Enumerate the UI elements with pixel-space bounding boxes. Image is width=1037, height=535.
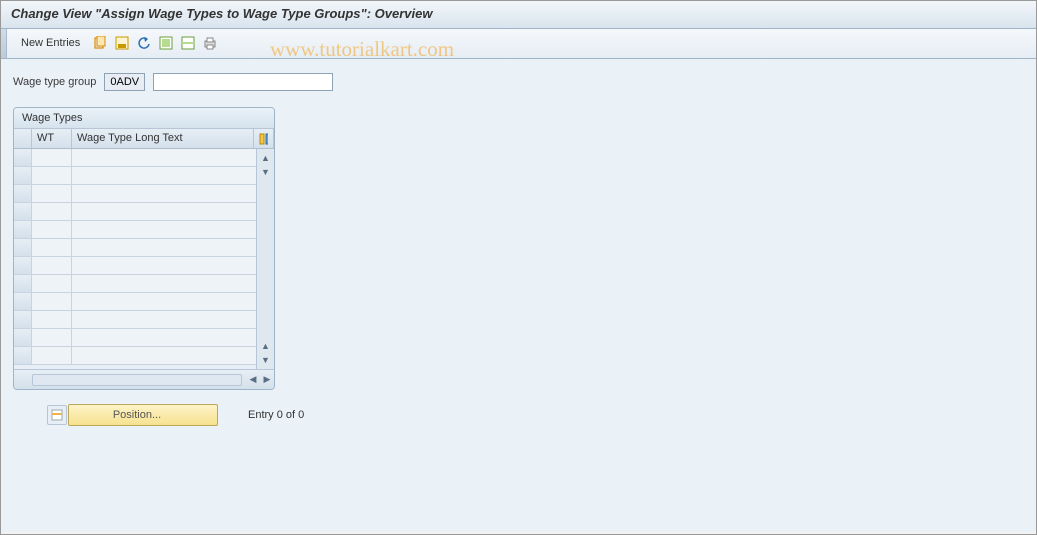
cell-wt[interactable] [32, 293, 72, 310]
scroll-down-icon[interactable]: ▼ [259, 353, 273, 367]
entry-counter: Entry 0 of 0 [248, 409, 304, 421]
column-wt[interactable]: WT [32, 129, 72, 148]
toolbar: New Entries [1, 29, 1036, 59]
cell-long-text[interactable] [72, 257, 256, 274]
save-variant-icon[interactable] [112, 33, 132, 53]
cell-long-text[interactable] [72, 221, 256, 238]
wage-type-group-row: Wage type group 0ADV [13, 73, 1024, 91]
cell-wt[interactable] [32, 275, 72, 292]
row-selector[interactable] [14, 293, 32, 310]
row-selector[interactable] [14, 167, 32, 184]
cell-wt[interactable] [32, 239, 72, 256]
grid-header: WT Wage Type Long Text [14, 129, 274, 149]
column-long-text[interactable]: Wage Type Long Text [72, 129, 254, 148]
table-row[interactable] [14, 311, 256, 329]
position-icon [47, 405, 67, 425]
row-selector[interactable] [14, 203, 32, 220]
cell-long-text[interactable] [72, 203, 256, 220]
undo-icon[interactable] [134, 33, 154, 53]
wage-type-group-label: Wage type group [13, 76, 96, 88]
scroll-up-step-icon[interactable]: ▲ [259, 339, 273, 353]
row-selector[interactable] [14, 257, 32, 274]
table-row[interactable] [14, 293, 256, 311]
scroll-down-step-icon[interactable]: ▼ [259, 165, 273, 179]
cell-long-text[interactable] [72, 347, 256, 364]
table-row[interactable] [14, 203, 256, 221]
wage-type-group-code: 0ADV [104, 73, 145, 91]
table-row[interactable] [14, 347, 256, 365]
row-selector[interactable] [14, 311, 32, 328]
deselect-all-icon[interactable] [178, 33, 198, 53]
cell-long-text[interactable] [72, 185, 256, 202]
cell-wt[interactable] [32, 329, 72, 346]
cell-long-text[interactable] [72, 239, 256, 256]
table-row[interactable] [14, 167, 256, 185]
position-label: Position... [113, 409, 161, 421]
toolbar-grip [1, 29, 7, 58]
scroll-up-icon[interactable]: ▲ [259, 151, 273, 165]
row-selector[interactable] [14, 275, 32, 292]
copy-icon[interactable] [90, 33, 110, 53]
page-title: Change View "Assign Wage Types to Wage T… [1, 1, 1036, 29]
panel-title: Wage Types [14, 108, 274, 129]
row-selector[interactable] [14, 347, 32, 364]
cell-wt[interactable] [32, 149, 72, 166]
position-button[interactable]: Position... [68, 404, 218, 426]
table-row[interactable] [14, 221, 256, 239]
cell-wt[interactable] [32, 347, 72, 364]
print-icon[interactable] [200, 33, 220, 53]
row-selector[interactable] [14, 185, 32, 202]
row-selector[interactable] [14, 329, 32, 346]
cell-wt[interactable] [32, 185, 72, 202]
cell-long-text[interactable] [72, 293, 256, 310]
bottom-row: Position... Entry 0 of 0 [68, 404, 1024, 426]
grid-body: ▲ ▼ ▲ ▼ [14, 149, 274, 369]
new-entries-button[interactable]: New Entries [21, 37, 80, 49]
row-selector[interactable] [14, 149, 32, 166]
table-row[interactable] [14, 257, 256, 275]
cell-long-text[interactable] [72, 167, 256, 184]
cell-wt[interactable] [32, 257, 72, 274]
vertical-scrollbar[interactable]: ▲ ▼ ▲ ▼ [256, 149, 274, 369]
row-selector[interactable] [14, 221, 32, 238]
panel-footer: ◀ ▶ [14, 369, 274, 389]
scroll-right-icon[interactable]: ▶ [260, 374, 274, 385]
select-all-icon[interactable] [156, 33, 176, 53]
cell-wt[interactable] [32, 221, 72, 238]
cell-long-text[interactable] [72, 329, 256, 346]
horizontal-scrollbar[interactable] [32, 374, 242, 386]
content-area: Wage type group 0ADV Wage Types WT Wage … [1, 59, 1036, 532]
row-selector[interactable] [14, 239, 32, 256]
table-row[interactable] [14, 185, 256, 203]
configure-columns-icon[interactable] [254, 129, 274, 148]
cell-wt[interactable] [32, 167, 72, 184]
table-row[interactable] [14, 239, 256, 257]
scroll-left-icon[interactable]: ◀ [246, 374, 260, 385]
cell-wt[interactable] [32, 311, 72, 328]
cell-long-text[interactable] [72, 149, 256, 166]
column-selector[interactable] [14, 129, 32, 148]
table-row[interactable] [14, 329, 256, 347]
cell-long-text[interactable] [72, 275, 256, 292]
cell-wt[interactable] [32, 203, 72, 220]
wage-type-group-desc-input[interactable] [153, 73, 333, 91]
wage-types-panel: Wage Types WT Wage Type Long Text ▲ ▼ ▲ … [13, 107, 275, 390]
table-row[interactable] [14, 275, 256, 293]
rows-area [14, 149, 256, 369]
table-row[interactable] [14, 149, 256, 167]
cell-long-text[interactable] [72, 311, 256, 328]
